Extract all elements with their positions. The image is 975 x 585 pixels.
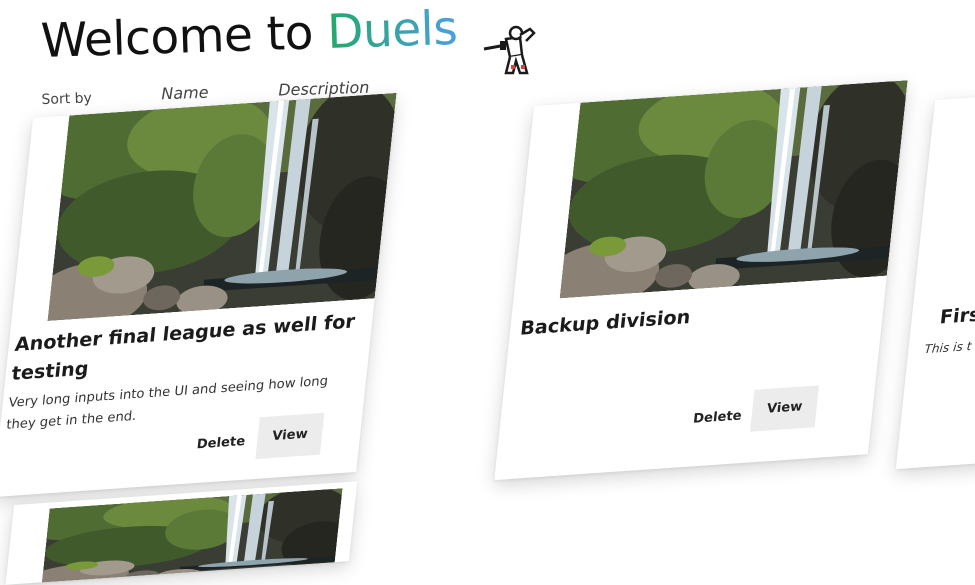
fencer-mascot-icon (483, 25, 536, 75)
delete-button[interactable]: Delete (692, 408, 742, 426)
league-card: Backup division Delete View (494, 80, 908, 481)
league-card-image (47, 93, 396, 321)
delete-button[interactable]: Delete (196, 434, 246, 452)
app-screen: Welcome to Duels Sort by Name Descriptio… (0, 0, 975, 585)
league-card-image (41, 488, 342, 585)
league-card-title: Firs (938, 303, 975, 329)
league-card-title: Backup division (519, 306, 692, 340)
view-button[interactable]: View (749, 385, 820, 432)
brand-name: Duels (326, 0, 459, 60)
sort-by-name-option[interactable]: Name (161, 83, 209, 103)
league-card-description: This is t schema (923, 336, 975, 357)
league-card (5, 481, 358, 585)
view-button[interactable]: View (255, 412, 325, 460)
league-card-image (560, 80, 908, 298)
league-card: Firs This is t schema (895, 84, 975, 470)
sort-by-label: Sort by (41, 90, 93, 108)
title-prefix: Welcome to (40, 5, 314, 69)
page-title: Welcome to Duels (40, 1, 458, 69)
league-card: Another final league as well for testing… (0, 92, 397, 498)
